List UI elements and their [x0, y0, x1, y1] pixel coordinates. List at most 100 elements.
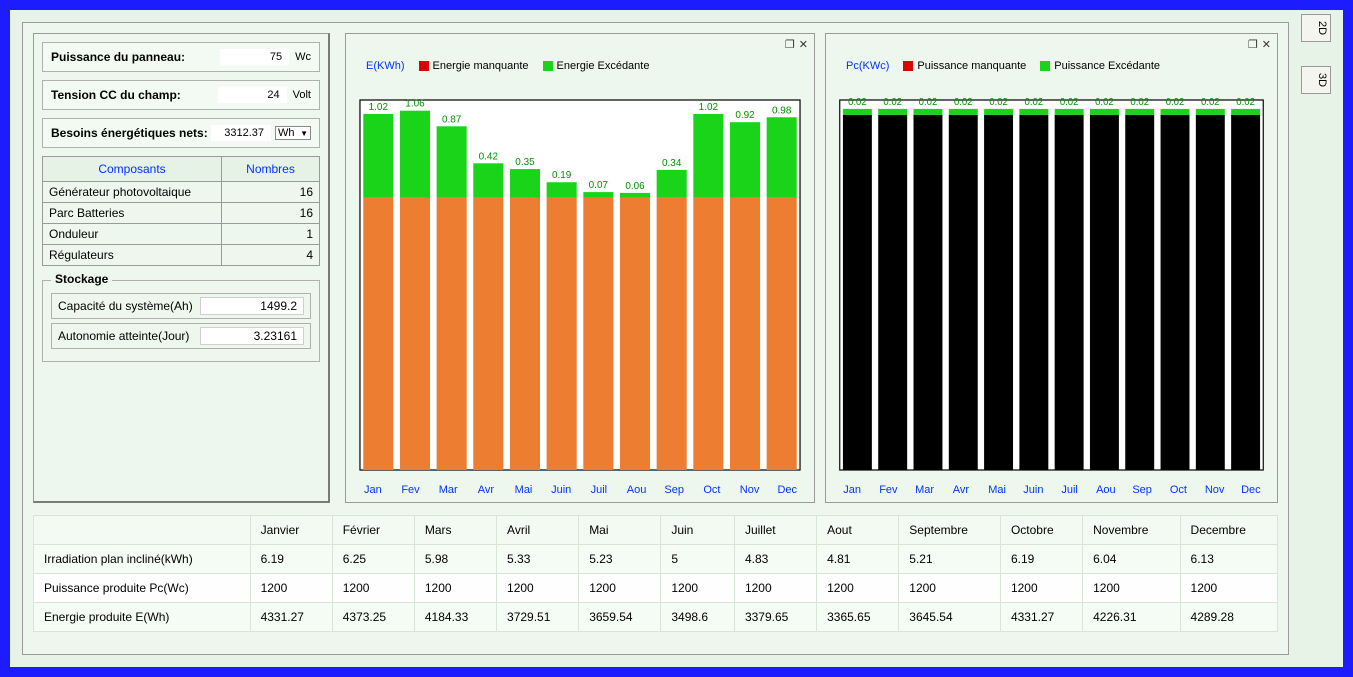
- restore-icon[interactable]: ❐: [1248, 38, 1258, 51]
- month-col-header: Decembre: [1180, 516, 1277, 545]
- data-cell: 1200: [250, 574, 332, 603]
- data-cell: 6.04: [1083, 545, 1180, 574]
- month-label: Sep: [655, 484, 693, 496]
- month-label: Mar: [429, 484, 467, 496]
- data-cell: 4.81: [817, 545, 899, 574]
- power-chart-panel: ❐ ✕ Pc(KWc) Puissance manquante Puissanc…: [825, 33, 1278, 503]
- data-cell: 3645.54: [899, 603, 1001, 632]
- tab-2d[interactable]: 2D: [1301, 14, 1331, 42]
- month-label: Juin: [1015, 484, 1051, 496]
- data-cell: 4184.33: [414, 603, 496, 632]
- dc-voltage-value[interactable]: 24: [218, 87, 287, 103]
- svg-text:0.98: 0.98: [772, 105, 792, 116]
- chart2-legend-missing: Puissance manquante: [903, 60, 1026, 72]
- svg-text:0.02: 0.02: [1166, 97, 1185, 108]
- data-cell: 4331.27: [1000, 603, 1082, 632]
- monthly-data-table: JanvierFévrierMarsAvrilMaiJuinJuilletAou…: [33, 515, 1278, 632]
- dc-voltage-label: Tension CC du champ:: [51, 88, 201, 102]
- svg-text:0.02: 0.02: [1060, 97, 1079, 108]
- month-label: Nov: [731, 484, 769, 496]
- table-row: Générateur photovoltaique 16: [43, 182, 320, 203]
- capacity-value[interactable]: 1499.2: [200, 297, 304, 315]
- data-cell: 1200: [817, 574, 899, 603]
- month-label: Juin: [542, 484, 580, 496]
- chart2-ylabel: Pc(KWc): [846, 60, 889, 72]
- tab-3d[interactable]: 3D: [1301, 66, 1331, 94]
- month-label: Jan: [354, 484, 392, 496]
- data-cell: 1200: [1083, 574, 1180, 603]
- svg-text:0.02: 0.02: [848, 97, 867, 108]
- main-panel: Puissance du panneau: 75 Wc Tension CC d…: [22, 22, 1289, 655]
- month-label: Juil: [1052, 484, 1088, 496]
- month-label: Mar: [907, 484, 943, 496]
- data-cell: 6.19: [1000, 545, 1082, 574]
- month-col-header: Mars: [414, 516, 496, 545]
- month-col-header: Septembre: [899, 516, 1001, 545]
- month-label: Dec: [1233, 484, 1269, 496]
- month-col-header: Avril: [497, 516, 579, 545]
- panel-power-row: Puissance du panneau: 75 Wc: [42, 42, 320, 72]
- numbers-col-header: Nombres: [222, 157, 320, 182]
- month-label: Mai: [979, 484, 1015, 496]
- chart1-ylabel: E(KWh): [366, 60, 405, 72]
- chart2-legend-excess: Puissance Excédante: [1040, 60, 1160, 72]
- data-cell: 3379.65: [734, 603, 816, 632]
- storage-legend: Stockage: [51, 272, 112, 286]
- svg-text:0.19: 0.19: [552, 170, 572, 181]
- data-cell: 5.98: [414, 545, 496, 574]
- component-count: 1: [222, 224, 320, 245]
- chart1-month-axis: JanFevMarAvrMaiJuinJuilAouSepOctNovDec: [354, 484, 806, 496]
- svg-text:0.92: 0.92: [735, 110, 755, 121]
- data-cell: 4226.31: [1083, 603, 1180, 632]
- chevron-down-icon: ▼: [296, 129, 308, 138]
- svg-text:0.34: 0.34: [662, 158, 682, 169]
- data-cell: 4289.28: [1180, 603, 1277, 632]
- month-label: Oct: [1160, 484, 1196, 496]
- data-cell: 1200: [414, 574, 496, 603]
- component-name: Onduleur: [43, 224, 222, 245]
- panel-power-unit: Wc: [295, 51, 311, 63]
- table-row: Puissance produite Pc(Wc)120012001200120…: [34, 574, 1278, 603]
- data-cell: 6.13: [1180, 545, 1277, 574]
- autonomy-row: Autonomie atteinte(Jour) 3.23161: [51, 323, 311, 349]
- table-row: Régulateurs 4: [43, 245, 320, 266]
- svg-text:0.35: 0.35: [515, 157, 535, 168]
- row-header: Irradiation plan incliné(kWh): [34, 545, 251, 574]
- month-col-header: Aout: [817, 516, 899, 545]
- chart2-month-axis: JanFevMarAvrMaiJuinJuilAouSepOctNovDec: [834, 484, 1269, 496]
- svg-text:0.06: 0.06: [625, 181, 645, 192]
- month-col-header: Janvier: [250, 516, 332, 545]
- energy-chart-panel: ❐ ✕ E(KWh) Energie manquante Energie Exc…: [345, 33, 815, 503]
- svg-text:0.02: 0.02: [989, 97, 1008, 108]
- month-col-header: Février: [332, 516, 414, 545]
- energy-need-value[interactable]: 3312.37: [211, 125, 271, 141]
- restore-icon[interactable]: ❐: [785, 38, 795, 51]
- chart1-legend-missing: Energie manquante: [419, 60, 529, 72]
- data-cell: 6.25: [332, 545, 414, 574]
- autonomy-value[interactable]: 3.23161: [200, 327, 304, 345]
- month-col-header: Juin: [661, 516, 735, 545]
- month-label: Fev: [870, 484, 906, 496]
- chart1-legend-excess: Energie Excédante: [543, 60, 650, 72]
- panel-power-value[interactable]: 75: [220, 49, 289, 65]
- close-icon[interactable]: ✕: [799, 38, 808, 51]
- monthly-data-table-panel: JanvierFévrierMarsAvrilMaiJuinJuilletAou…: [33, 515, 1278, 642]
- data-cell: 5: [661, 545, 735, 574]
- month-label: Nov: [1197, 484, 1233, 496]
- component-count: 16: [222, 182, 320, 203]
- table-row: Energie produite E(Wh)4331.274373.254184…: [34, 603, 1278, 632]
- svg-text:0.42: 0.42: [479, 151, 499, 162]
- power-chart: 0.020.020.020.020.020.020.020.020.020.02…: [834, 78, 1269, 474]
- app-frame: 2D 3D Puissance du panneau: 75 Wc Tensio…: [0, 0, 1353, 677]
- month-col-header: Juillet: [734, 516, 816, 545]
- energy-need-unit-select[interactable]: Wh ▼: [275, 126, 311, 140]
- energy-chart: 1.021.060.870.420.350.190.070.060.341.02…: [354, 78, 806, 474]
- data-cell: 3729.51: [497, 603, 579, 632]
- month-label: Jan: [834, 484, 870, 496]
- svg-text:0.02: 0.02: [1025, 97, 1044, 108]
- close-icon[interactable]: ✕: [1262, 38, 1271, 51]
- table-row: Onduleur 1: [43, 224, 320, 245]
- data-cell: 1200: [579, 574, 661, 603]
- energy-need-label: Besoins énergétiques nets:: [51, 126, 211, 140]
- table-row: Irradiation plan incliné(kWh) 6.19 6.255.9…: [34, 545, 1278, 574]
